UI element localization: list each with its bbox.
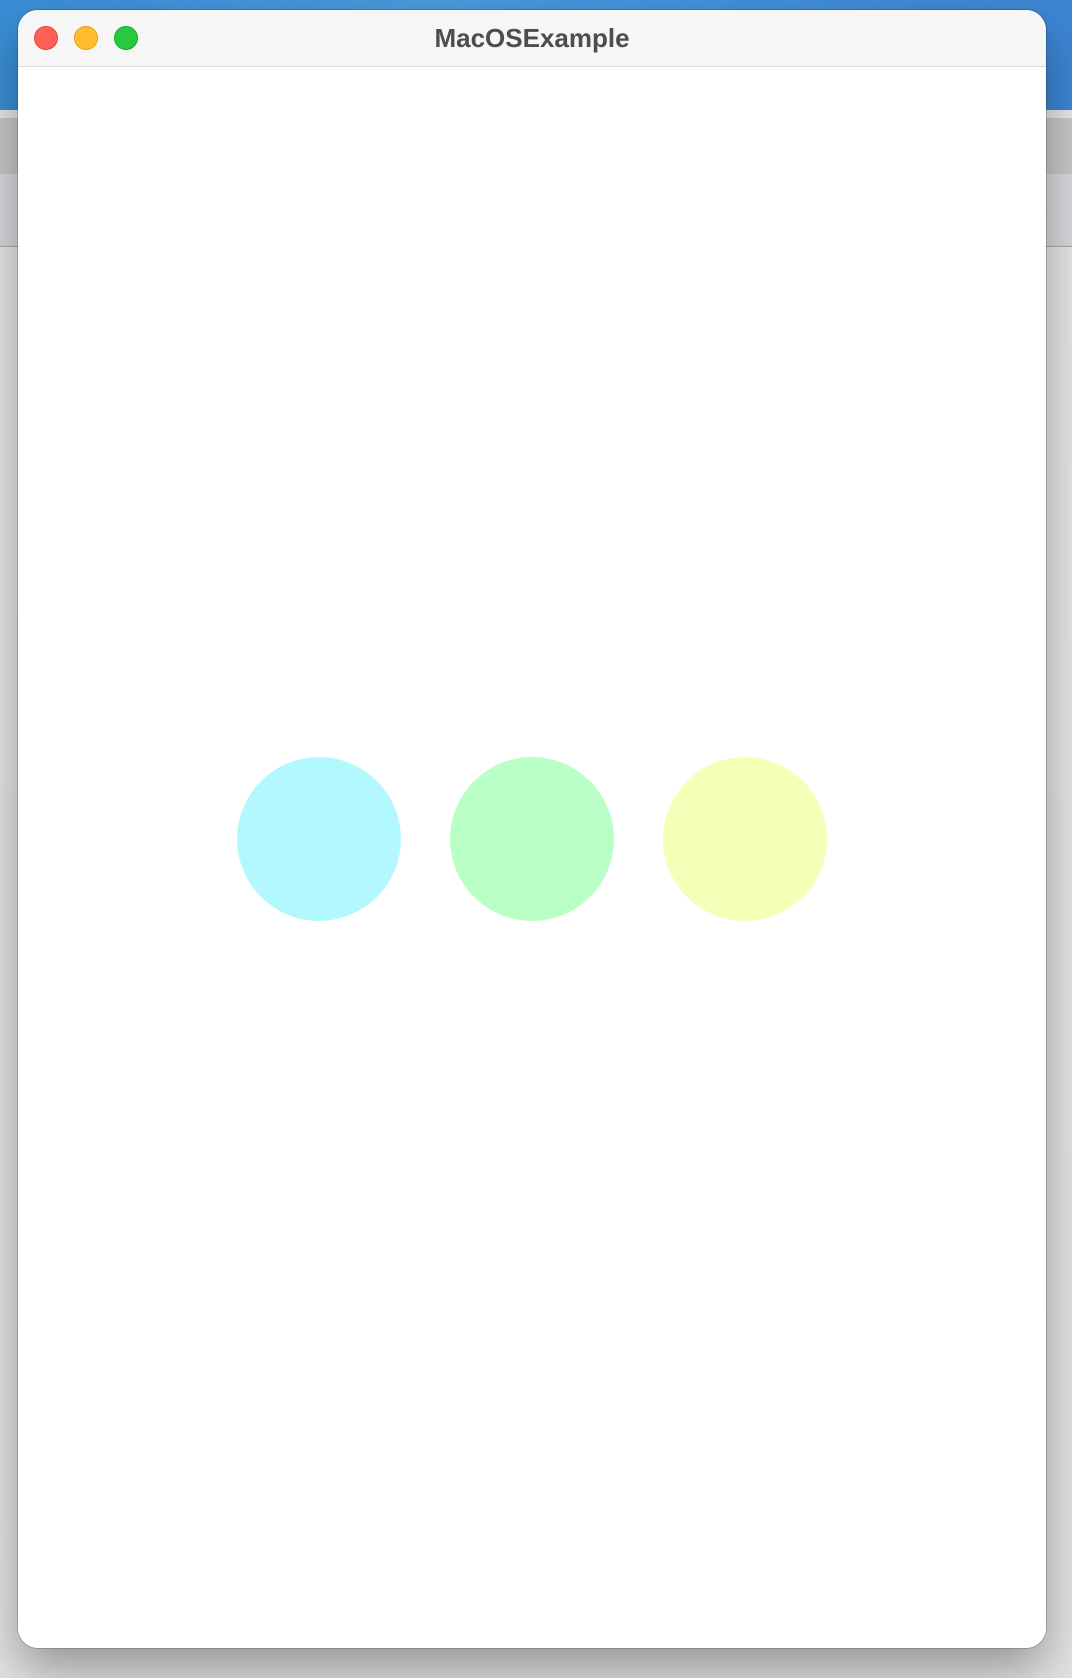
green-dot [450, 757, 614, 921]
dots-row [18, 757, 1046, 923]
window-content [18, 67, 1046, 1648]
cyan-dot [237, 757, 401, 921]
title-bar[interactable]: MacOSExample [18, 10, 1046, 67]
app-window: MacOSExample [18, 10, 1046, 1648]
yellow-dot [663, 757, 827, 921]
window-title: MacOSExample [434, 23, 630, 53]
